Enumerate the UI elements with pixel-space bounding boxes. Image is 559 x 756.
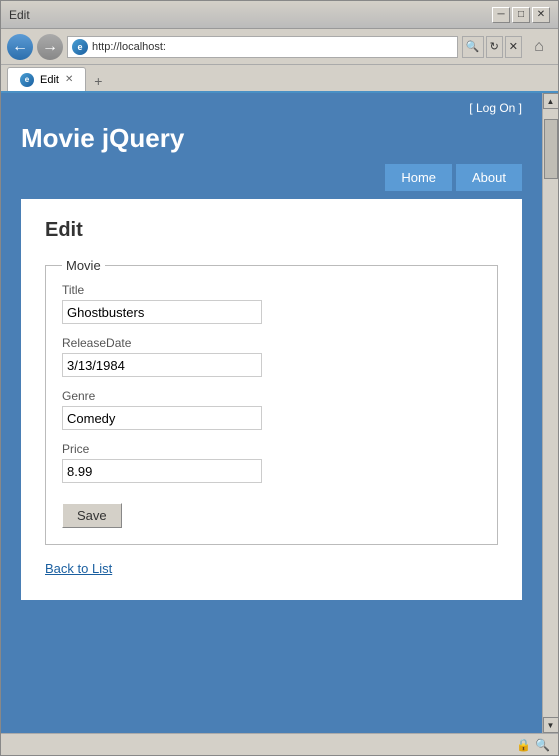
address-bar: ← → e http://localhost: 🔍 ↻ ✕ ⌂ [1, 29, 558, 65]
page: [ Log On ] Movie jQuery Home About Edit … [1, 93, 542, 733]
logon-link[interactable]: [ Log On ] [469, 101, 522, 115]
protected-mode-icon: 🔒 [516, 738, 531, 752]
address-input[interactable]: e http://localhost: [67, 36, 458, 58]
home-button[interactable]: ⌂ [526, 34, 552, 60]
release-date-label: ReleaseDate [62, 336, 481, 350]
forward-button[interactable]: → [37, 34, 63, 60]
nav-bar: Home About [21, 164, 522, 199]
ie-icon: e [72, 39, 88, 55]
back-button[interactable]: ← [7, 34, 33, 60]
close-button[interactable]: ✕ [532, 7, 550, 23]
genre-label: Genre [62, 389, 481, 403]
minimize-button[interactable]: ─ [492, 7, 510, 23]
new-tab-button[interactable]: + [88, 71, 108, 91]
fieldset-legend: Movie [62, 258, 105, 273]
zoom-icon: 🔍 [535, 738, 550, 752]
search-button[interactable]: 🔍 [462, 36, 484, 58]
app-title: Movie jQuery [21, 119, 522, 164]
scroll-down-button[interactable]: ▼ [543, 717, 559, 733]
page-title: Edit [45, 219, 498, 242]
price-input[interactable] [62, 459, 262, 483]
logon-area: [ Log On ] [21, 101, 522, 119]
title-bar: Edit ─ □ ✕ [1, 1, 558, 29]
scroll-up-button[interactable]: ▲ [543, 93, 559, 109]
scroll-track[interactable] [543, 109, 559, 717]
app-header: [ Log On ] Movie jQuery Home About [1, 93, 542, 199]
movie-fieldset: Movie Title ReleaseDate Genre Pr [45, 258, 498, 545]
tab-bar: e Edit ✕ + [1, 65, 558, 93]
browser-window: Edit ─ □ ✕ ← → e http://localhost: 🔍 ↻ ✕… [0, 0, 559, 756]
title-bar-buttons: ─ □ ✕ [492, 7, 550, 23]
title-label: Title [62, 283, 481, 297]
release-date-input[interactable] [62, 353, 262, 377]
status-icons: 🔒 🔍 [516, 738, 550, 752]
genre-input[interactable] [62, 406, 262, 430]
release-date-group: ReleaseDate [62, 336, 481, 377]
tab-close-icon[interactable]: ✕ [65, 74, 73, 85]
url-text: http://localhost: [92, 41, 453, 53]
about-nav-button[interactable]: About [456, 164, 522, 191]
address-controls: 🔍 ↻ ✕ [462, 36, 522, 58]
genre-group: Genre [62, 389, 481, 430]
status-bar: 🔒 🔍 [1, 733, 558, 755]
refresh-button[interactable]: ↻ [486, 36, 503, 58]
scrollbar: ▲ ▼ [542, 93, 558, 733]
main-content: Edit Movie Title ReleaseDate Genre [21, 199, 522, 600]
maximize-button[interactable]: □ [512, 7, 530, 23]
title-bar-text: Edit [9, 8, 30, 22]
title-input[interactable] [62, 300, 262, 324]
active-tab[interactable]: e Edit ✕ [7, 67, 86, 91]
title-group: Title [62, 283, 481, 324]
tab-ie-icon: e [20, 73, 34, 87]
home-nav-button[interactable]: Home [385, 164, 452, 191]
browser-content: [ Log On ] Movie jQuery Home About Edit … [1, 93, 558, 733]
stop-button[interactable]: ✕ [505, 36, 522, 58]
back-to-list-link[interactable]: Back to List [45, 561, 498, 576]
tab-label: Edit [40, 74, 59, 86]
price-label: Price [62, 442, 481, 456]
price-group: Price [62, 442, 481, 483]
save-button[interactable]: Save [62, 503, 122, 528]
scroll-thumb[interactable] [544, 119, 558, 179]
